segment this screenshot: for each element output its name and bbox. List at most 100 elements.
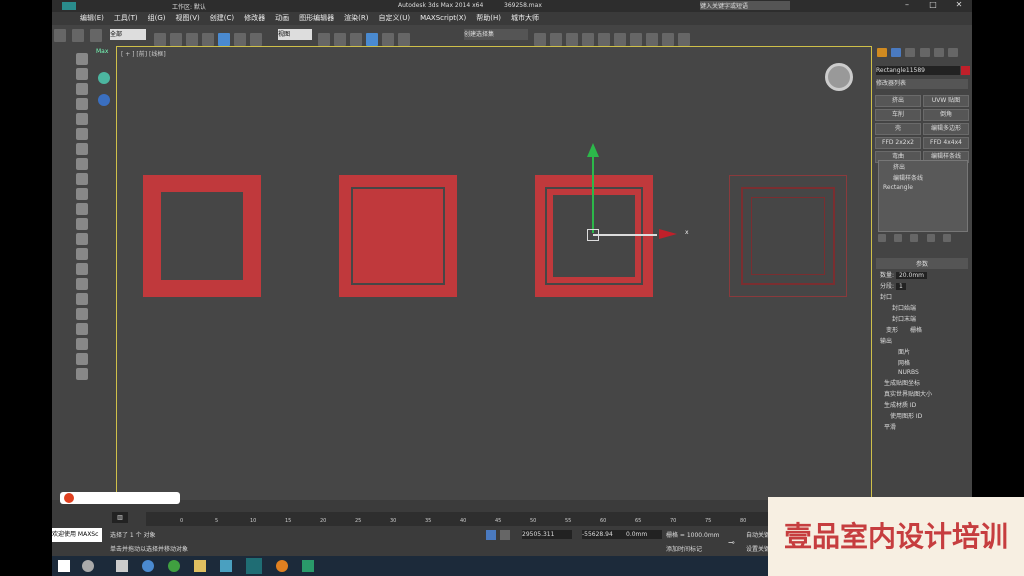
rollout-title[interactable]: 参数	[876, 258, 968, 269]
render-frame-icon[interactable]	[662, 33, 674, 46]
viewport-label[interactable]: [ + ] [前] [线框]	[121, 49, 166, 58]
mirror-icon[interactable]	[534, 33, 546, 46]
cortana-icon[interactable]	[82, 560, 94, 572]
output-mesh-radio[interactable]: 网格	[876, 357, 968, 368]
app-icon[interactable]	[220, 560, 232, 572]
scale-icon[interactable]	[250, 33, 262, 46]
x-arrow-icon[interactable]	[659, 229, 677, 239]
menu-item[interactable]: 修改器	[244, 12, 265, 25]
render-setup-icon[interactable]	[646, 33, 658, 46]
3dsmax-taskbar-icon[interactable]	[246, 558, 262, 574]
keyboard-shortcut-icon[interactable]	[350, 33, 362, 46]
render-icon[interactable]	[678, 33, 690, 46]
isolate-icon[interactable]	[486, 530, 496, 540]
compass-icon[interactable]	[98, 72, 110, 84]
modifier-button[interactable]: FFD 4x4x4	[923, 137, 969, 149]
rotate-icon[interactable]	[234, 33, 246, 46]
plugin-tool-icon[interactable]	[76, 368, 88, 380]
x-coordinate-field[interactable]: 29505.311	[522, 530, 572, 539]
plugin-tool-icon[interactable]	[76, 323, 88, 335]
menu-item[interactable]: 编辑(E)	[80, 12, 104, 25]
pivot-icon[interactable]	[318, 33, 330, 46]
gen-material-id-checkbox[interactable]: 生成材质 ID	[876, 399, 968, 410]
stack-item[interactable]: Rectangle	[879, 183, 967, 192]
show-end-result-icon[interactable]	[894, 234, 903, 242]
percent-snap-icon[interactable]	[398, 33, 410, 46]
maxscript-listener[interactable]: 欢迎使用 MAXSc	[52, 528, 102, 542]
y-arrow-icon[interactable]	[587, 143, 599, 157]
grid-radio[interactable]: 栅格	[910, 327, 922, 334]
amount-field[interactable]: 20.0mm	[895, 272, 928, 279]
material-editor-icon[interactable]	[630, 33, 642, 46]
stack-item[interactable]: 挤出	[879, 161, 967, 172]
display-tab-icon[interactable]	[933, 48, 944, 57]
plugin-tool-icon[interactable]	[76, 68, 88, 80]
menu-item[interactable]: 帮助(H)	[476, 12, 501, 25]
lock-icon[interactable]	[500, 530, 510, 540]
output-patch-radio[interactable]: 面片	[876, 346, 968, 357]
schematic-view-icon[interactable]	[614, 33, 626, 46]
morph-radio[interactable]: 变形	[886, 327, 898, 334]
configure-sets-icon[interactable]	[942, 234, 951, 242]
menu-item[interactable]: 图形编辑器	[299, 12, 334, 25]
plugin-tool-icon[interactable]	[76, 188, 88, 200]
plugin-tool-icon[interactable]	[76, 338, 88, 350]
modifier-button[interactable]: FFD 2x2x2	[875, 137, 921, 149]
gen-mapping-checkbox[interactable]: 生成贴图坐标	[876, 377, 968, 388]
viewcube-icon[interactable]	[825, 63, 853, 91]
maximize-button[interactable]: □	[924, 0, 942, 12]
y-coordinate-field[interactable]: -55628.94	[582, 530, 632, 539]
plugin-tool-icon[interactable]	[76, 218, 88, 230]
frame-slider[interactable]: ▥	[112, 512, 128, 523]
search-input[interactable]: 键入关键字或短语	[700, 1, 790, 10]
use-shape-id-checkbox[interactable]: 使用图形 ID	[876, 410, 968, 421]
app-icon[interactable]	[276, 560, 288, 572]
plugin-tool-icon[interactable]	[76, 353, 88, 365]
browser-icon[interactable]	[142, 560, 154, 572]
select-object-icon[interactable]	[154, 33, 166, 46]
x-axis-gizmo[interactable]	[593, 234, 657, 236]
plugin-tool-icon[interactable]	[76, 158, 88, 170]
front-viewport[interactable]: [ + ] [前] [线框] x	[116, 46, 872, 502]
file-explorer-icon[interactable]	[194, 560, 206, 572]
motion-tab-icon[interactable]	[919, 48, 930, 57]
snap-toggle-icon[interactable]	[366, 33, 378, 46]
modifier-button[interactable]: 壳	[875, 123, 921, 135]
menu-item[interactable]: 组(G)	[148, 12, 166, 25]
plugin-tool-icon[interactable]	[76, 263, 88, 275]
plugin-tool-icon[interactable]	[76, 113, 88, 125]
select-by-name-icon[interactable]	[170, 33, 182, 46]
plugin-tool-icon[interactable]	[76, 53, 88, 65]
menu-item[interactable]: 工具(T)	[114, 12, 138, 25]
plugin-tool-icon[interactable]	[76, 248, 88, 260]
shield-icon[interactable]	[98, 94, 110, 106]
object-name-field[interactable]: Rectangle11589	[876, 66, 960, 75]
menu-item[interactable]: 自定义(U)	[378, 12, 410, 25]
plugin-tool-icon[interactable]	[76, 128, 88, 140]
workspace-label[interactable]: 工作区: 默认	[172, 2, 206, 11]
reference-coordinate-dropdown[interactable]: 视图	[278, 29, 312, 40]
gizmo-center[interactable]	[587, 229, 599, 241]
make-unique-icon[interactable]	[910, 234, 919, 242]
modifier-button[interactable]: UVW 贴图	[923, 95, 969, 107]
modifier-button[interactable]: 车削	[875, 109, 921, 121]
close-button[interactable]: ✕	[950, 0, 968, 12]
create-tab-icon[interactable]	[877, 48, 887, 57]
plugin-tool-icon[interactable]	[76, 233, 88, 245]
z-coordinate-field[interactable]: 0.0mm	[626, 530, 662, 539]
modify-tab-icon[interactable]	[891, 48, 902, 57]
input-method-toolbar[interactable]	[60, 492, 180, 504]
object-color-swatch[interactable]	[961, 66, 970, 75]
layer-manager-icon[interactable]	[566, 33, 578, 46]
windows-start-icon[interactable]	[58, 560, 70, 572]
rect-selection-icon[interactable]	[186, 33, 198, 46]
stack-item[interactable]: 编辑样条线	[879, 172, 967, 183]
modifier-button[interactable]: 倒角	[923, 109, 969, 121]
app-icon[interactable]	[302, 560, 314, 572]
plugin-tool-icon[interactable]	[76, 203, 88, 215]
window-crossing-icon[interactable]	[202, 33, 214, 46]
task-view-icon[interactable]	[116, 560, 128, 572]
move-icon[interactable]	[218, 33, 230, 46]
graphite-icon[interactable]	[582, 33, 594, 46]
modifier-button[interactable]: 挤出	[875, 95, 921, 107]
